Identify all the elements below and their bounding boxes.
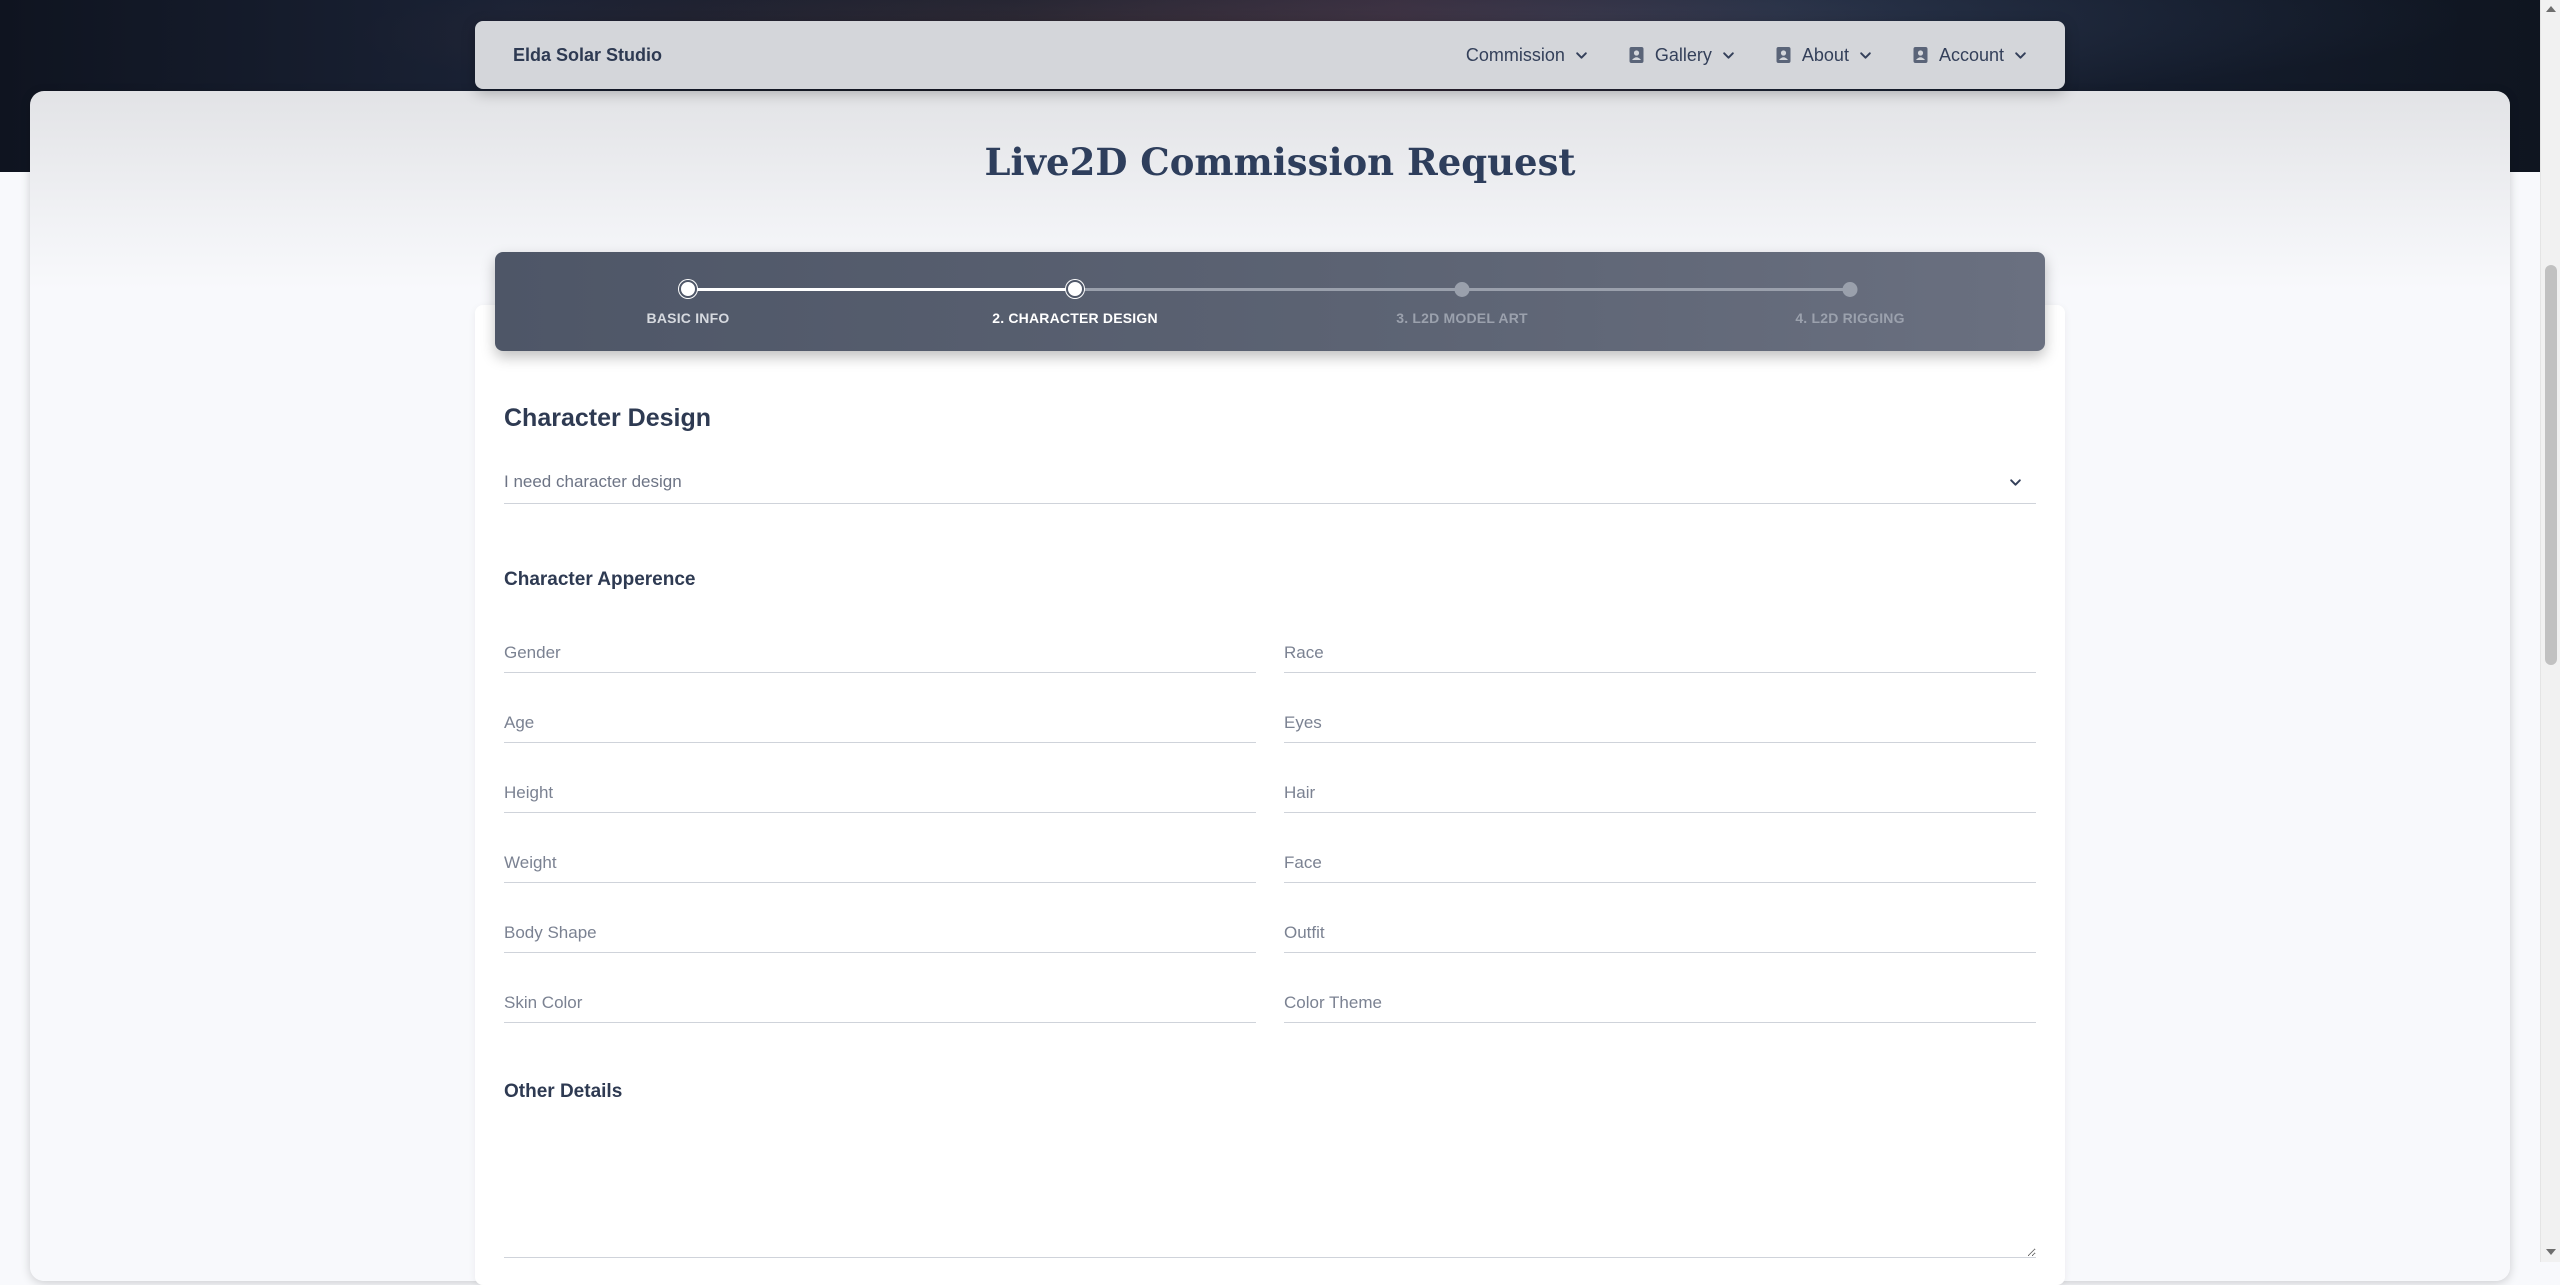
progress-stepper: BASIC INFO 2. CHARACTER DESIGN 3. L2D MO… (495, 252, 2045, 351)
contact-card-icon (1629, 47, 1644, 63)
race-field[interactable] (1284, 633, 2036, 673)
scroll-down-arrow-icon[interactable] (2546, 1249, 2556, 1255)
nav-item-label: Gallery (1654, 44, 1712, 65)
step-dot-character-design[interactable] (1066, 280, 1084, 298)
chevron-down-icon (2010, 478, 2021, 486)
other-details-textarea[interactable] (504, 1125, 2036, 1258)
contact-card-icon (1913, 47, 1928, 63)
face-field[interactable] (1284, 843, 2036, 883)
select-value: I need character design (504, 472, 682, 491)
page-title: Live2D Commission Request (984, 140, 1576, 184)
step-dot-rigging[interactable] (1842, 282, 1858, 297)
step-label-model-art[interactable]: 3. L2D MODEL ART (1396, 310, 1528, 326)
other-details-heading: Other Details (504, 1081, 623, 1102)
skin-color-field[interactable] (504, 983, 1256, 1023)
top-navbar: Elda Solar Studio Commission Gallery Abo… (475, 21, 2065, 89)
color-theme-field[interactable] (1284, 983, 2036, 1023)
step-label-basic-info[interactable]: BASIC INFO (647, 310, 730, 326)
nav-item-account[interactable]: Account (1912, 45, 2027, 66)
scrollbar-thumb[interactable] (2545, 265, 2557, 665)
brand-name[interactable]: Elda Solar Studio (513, 45, 662, 66)
nav-item-about[interactable]: About (1775, 45, 1872, 66)
nav-item-label: Commission (1465, 44, 1565, 65)
gender-field[interactable] (504, 633, 1256, 673)
scroll-up-arrow-icon[interactable] (2546, 6, 2556, 12)
nav-menu: Commission Gallery About Account (1466, 45, 2027, 66)
age-field[interactable] (504, 703, 1256, 743)
step-dot-basic-info[interactable] (679, 280, 697, 298)
character-design-heading: Character Design (504, 404, 712, 432)
nav-item-label: About (1801, 44, 1849, 65)
weight-field[interactable] (504, 843, 1256, 883)
outfit-field[interactable] (1284, 913, 2036, 953)
step-dot-model-art[interactable] (1454, 282, 1470, 297)
body-shape-field[interactable] (504, 913, 1256, 953)
chevron-down-icon (1860, 51, 1871, 59)
step-label-rigging[interactable]: 4. L2D RIGGING (1795, 310, 1904, 326)
contact-card-icon (1776, 47, 1791, 63)
height-field[interactable] (504, 773, 1256, 813)
chevron-down-icon (1576, 51, 1587, 59)
step-label-character-design[interactable]: 2. CHARACTER DESIGN (992, 310, 1158, 326)
nav-item-gallery[interactable]: Gallery (1628, 45, 1735, 66)
stepper-progress-line (688, 288, 1075, 291)
chevron-down-icon (1723, 51, 1734, 59)
nav-item-commission[interactable]: Commission (1466, 45, 1588, 66)
chevron-down-icon (2015, 51, 2026, 59)
page-scrollbar[interactable] (2540, 0, 2560, 1262)
hair-field[interactable] (1284, 773, 2036, 813)
character-design-select[interactable]: I need character design (504, 461, 2036, 504)
nav-item-label: Account (1938, 44, 2004, 65)
eyes-field[interactable] (1284, 703, 2036, 743)
character-appearance-heading: Character Apperence (504, 569, 696, 590)
